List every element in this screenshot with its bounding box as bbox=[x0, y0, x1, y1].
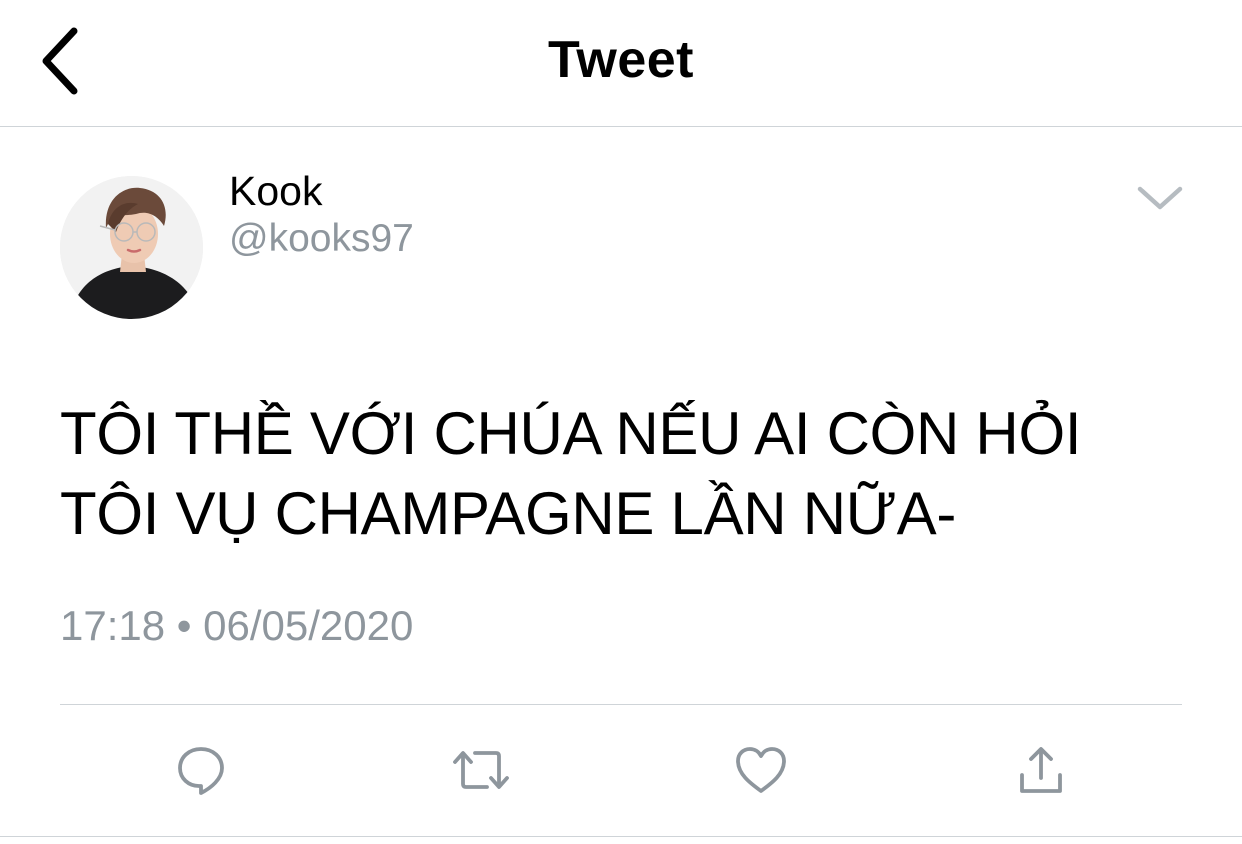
retweet-icon bbox=[453, 751, 509, 789]
tweet-timestamp[interactable]: 17:18 • 06/05/2020 bbox=[60, 602, 413, 650]
author-avatar[interactable] bbox=[60, 176, 203, 319]
tweet-options-button[interactable] bbox=[1130, 178, 1190, 218]
retweet-button[interactable] bbox=[451, 740, 511, 800]
tweet-text: TÔI THỀ VỚI CHÚA NẾU AI CÒN HỎI TÔI VỤ C… bbox=[60, 400, 1082, 547]
divider bbox=[0, 836, 1242, 837]
divider bbox=[60, 704, 1182, 705]
like-button[interactable] bbox=[731, 740, 791, 800]
share-button[interactable] bbox=[1011, 740, 1071, 800]
author-display-name[interactable]: Kook bbox=[229, 168, 322, 215]
author-handle[interactable]: @kooks97 bbox=[229, 217, 414, 261]
reply-button[interactable] bbox=[171, 740, 231, 800]
chevron-down-icon bbox=[1137, 186, 1183, 210]
reply-icon bbox=[178, 747, 224, 795]
top-navigation-bar: Tweet bbox=[0, 0, 1242, 127]
share-icon bbox=[1020, 747, 1062, 793]
page-title: Tweet bbox=[547, 31, 694, 89]
heart-icon bbox=[736, 747, 786, 793]
avatar-image bbox=[60, 176, 203, 319]
